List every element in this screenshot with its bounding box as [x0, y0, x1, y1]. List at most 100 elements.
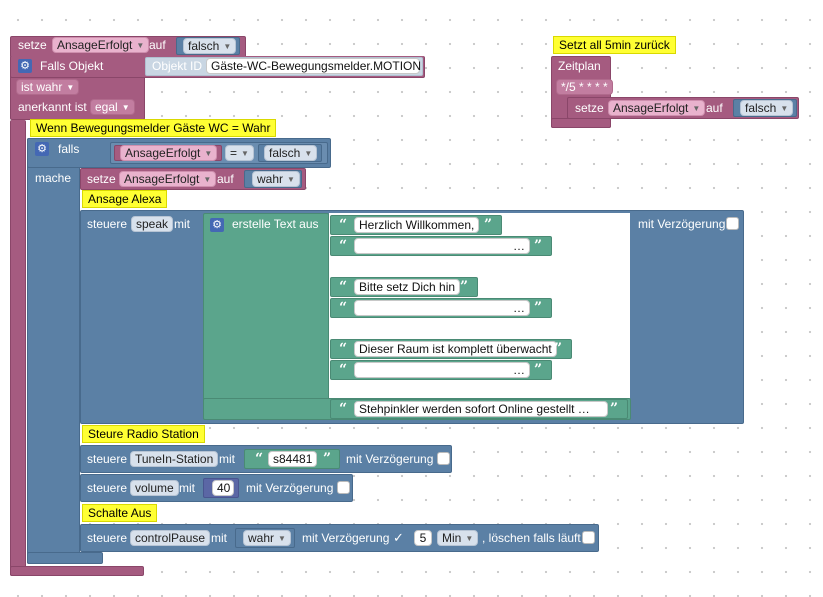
set-true-value-dropdown[interactable]: wahr ▼ [252, 171, 300, 187]
cron-value: */5 * * * * [561, 80, 608, 94]
set-true-value: wahr [257, 172, 284, 186]
quote-open-icon: “ [339, 362, 348, 378]
text-item-field[interactable]: … [354, 362, 530, 378]
volume-target-dropdown[interactable]: volume [130, 480, 179, 496]
create-text-label: erstelle Text aus [232, 217, 319, 231]
falls-objekt-label: Falls Objekt [40, 59, 104, 73]
zeitplan-label: Zeitplan [558, 59, 601, 73]
comment-pause[interactable]: Schalte Aus [82, 504, 158, 522]
pause-delay-amount-field[interactable]: 5 [414, 530, 432, 546]
schedule-value-dropdown[interactable]: falsch ▼ [740, 100, 794, 116]
gear-icon[interactable]: ⚙ [18, 59, 32, 73]
comment-motion[interactable]: Wenn Bewegungsmelder Gäste WC = Wahr [30, 119, 277, 137]
pause-delay-unit-dropdown[interactable]: Min ▼ [437, 530, 479, 546]
pause-delay-amount: 5 [419, 531, 427, 545]
radio-mit-label: mit [219, 452, 235, 466]
chevron-down-icon: ▼ [304, 149, 313, 158]
pause-clear-checkbox[interactable] [582, 531, 595, 544]
if-block[interactable] [27, 138, 80, 564]
quote-open-icon: “ [339, 401, 348, 417]
pause-delay-check-icon[interactable]: ✓ [393, 530, 404, 546]
speak-target: speak [136, 217, 169, 231]
radio-target-dropdown[interactable]: TuneIn-Station [130, 451, 219, 467]
mache-label: mache [35, 171, 72, 185]
setze-var-dropdown[interactable]: AnsageErfolgt ▼ [52, 37, 150, 53]
chevron-down-icon: ▼ [278, 534, 286, 543]
schedule-footer [551, 118, 611, 128]
objekt-id-field[interactable]: Gäste-WC-Bewegungsmelder.MOTION [206, 58, 422, 74]
pause-clear-label: , löschen falls läuft [482, 531, 581, 545]
gear-icon[interactable]: ⚙ [35, 142, 49, 156]
radio-steuere-label: steuere [87, 452, 128, 466]
quote-close-icon: ” [610, 401, 619, 417]
quote-close-icon: ” [534, 238, 543, 254]
chevron-down-icon: ▼ [203, 175, 212, 184]
cron-field[interactable]: */5 * * * * [556, 79, 613, 95]
pause-target: controlPause [135, 531, 206, 545]
compare-var-dropdown[interactable]: AnsageErfolgt ▼ [120, 145, 218, 161]
create-text-block[interactable] [203, 213, 329, 420]
schedule-set-label: setze [575, 101, 604, 115]
setze-label: setze [18, 38, 47, 52]
falls-label: falls [58, 142, 80, 156]
schedule-value: falsch [745, 101, 777, 115]
text-item-field[interactable]: … [354, 300, 530, 316]
speak-delay-checkbox[interactable] [726, 217, 739, 230]
chevron-down-icon: ▼ [692, 104, 701, 113]
pause-delay-unit: Min [442, 531, 462, 545]
pause-value: wahr [248, 531, 275, 545]
radio-value-field[interactable]: s84481 [268, 451, 318, 467]
radio-delay-checkbox[interactable] [437, 452, 450, 465]
quote-open-icon: “ [255, 451, 264, 467]
gear-icon[interactable]: ⚙ [210, 218, 224, 232]
text-item-field[interactable]: … [354, 238, 530, 254]
text-item-field[interactable]: Herzlich Willkommen, [354, 217, 480, 233]
comment-radio[interactable]: Steure Radio Station [82, 425, 205, 443]
volume-delay-checkbox[interactable] [337, 481, 350, 494]
objekt-id-value: Gäste-WC-Bewegungsmelder.MOTION [211, 59, 422, 73]
operator-value: = [230, 146, 238, 160]
anerkannt-dropdown[interactable]: egal ▼ [90, 99, 135, 115]
ist-dropdown[interactable]: ist wahr ▼ [16, 79, 80, 95]
radio-value: s84481 [273, 452, 313, 466]
comment-alexa[interactable]: Ansage Alexa [82, 190, 168, 208]
quote-open-icon: “ [339, 300, 348, 316]
speak-target-dropdown[interactable]: speak [131, 216, 174, 232]
chevron-down-icon: ▼ [223, 42, 232, 51]
pause-steuere-label: steuere [87, 531, 128, 545]
speak-steuere-label: steuere [87, 217, 128, 231]
chevron-down-icon: ▼ [66, 83, 75, 92]
quote-close-icon: ” [554, 341, 563, 357]
quote-close-icon: ” [484, 217, 493, 233]
pause-value-dropdown[interactable]: wahr ▼ [243, 530, 291, 546]
compare-var-name: AnsageErfolgt [125, 146, 201, 160]
ist-value: ist wahr [21, 80, 63, 94]
chevron-down-icon: ▼ [465, 534, 474, 543]
setze-auf-label: auf [149, 38, 166, 52]
chevron-down-icon: ▼ [204, 149, 213, 158]
text-item-field[interactable]: Stehpinkler werden sofort Online gestell… [354, 401, 608, 417]
schedule-var-dropdown[interactable]: AnsageErfolgt ▼ [608, 100, 706, 116]
volume-delay-label: mit Verzögerung [246, 481, 334, 495]
schedule-auf-label: auf [706, 101, 723, 115]
pause-target-dropdown[interactable]: controlPause [130, 530, 211, 546]
volume-value: 40 [217, 481, 231, 495]
trigger-bottom-arm [10, 120, 26, 576]
trigger-footer [10, 566, 144, 576]
text-item-field[interactable]: Bitte setz Dich hin [354, 279, 461, 295]
comment-schedule[interactable]: Setzt all 5min zurück [553, 36, 676, 54]
chevron-down-icon: ▼ [287, 175, 295, 184]
compare-value-dropdown[interactable]: falsch ▼ [264, 145, 318, 161]
set-true-var-name: AnsageErfolgt [124, 172, 200, 186]
setze-value: falsch [188, 39, 220, 53]
if-footer [27, 552, 103, 564]
setze-value-dropdown[interactable]: falsch ▼ [183, 38, 237, 54]
operator-dropdown[interactable]: = ▼ [225, 145, 254, 161]
set-true-var-dropdown[interactable]: AnsageErfolgt ▼ [119, 171, 217, 187]
quote-close-icon: ” [323, 451, 332, 467]
volume-value-field[interactable]: 40 [212, 480, 234, 496]
text-item-value: … [513, 363, 525, 377]
objekt-id-label: Objekt ID [152, 59, 203, 73]
text-item-field[interactable]: Dieser Raum ist komplett überwacht [354, 341, 557, 357]
chevron-down-icon: ▼ [136, 41, 145, 50]
